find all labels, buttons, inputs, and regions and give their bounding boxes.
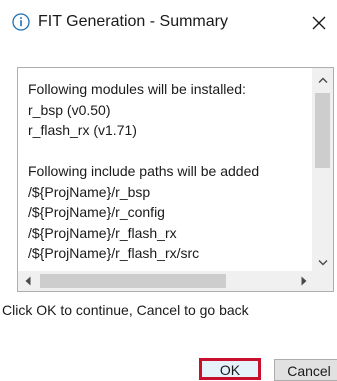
list-item: r_flash_rx (v1.71) (28, 122, 137, 138)
list-item: /${ProjName}/r_flash_rx/src (28, 245, 200, 261)
title-bar[interactable]: FIT Generation - Summary (0, 0, 337, 48)
list-item: /${ProjName}/r_bsp (28, 183, 151, 200)
ok-button[interactable]: OK (199, 358, 261, 380)
summary-content: Following modules will be installed: r_b… (28, 79, 313, 267)
list-item: /${ProjName}/r_config (28, 204, 165, 220)
close-icon (312, 16, 326, 30)
vertical-scrollbar[interactable] (312, 68, 333, 273)
vertical-scroll-thumb[interactable] (315, 93, 330, 168)
scroll-left-arrow-icon[interactable] (18, 271, 38, 291)
list-item: Following modules will be installed: (28, 81, 246, 97)
instruction-message: Click OK to continue, Cancel to go back (2, 302, 249, 318)
summary-listbox[interactable]: Following modules will be installed: r_b… (17, 67, 334, 292)
scroll-right-arrow-icon[interactable] (294, 271, 314, 291)
close-button[interactable] (302, 6, 336, 40)
horizontal-scrollbar[interactable] (18, 271, 314, 291)
dialog-title: FIT Generation - Summary (38, 13, 228, 30)
horizontal-scroll-thumb[interactable] (40, 274, 226, 288)
cancel-button[interactable]: Cancel (274, 359, 337, 381)
list-item: /${ProjName}/r_flash_rx (28, 224, 177, 241)
scroll-up-arrow-icon[interactable] (312, 70, 333, 90)
info-icon (12, 13, 30, 31)
list-item (28, 141, 313, 162)
scrollbar-corner (312, 271, 333, 291)
fit-summary-dialog: FIT Generation - Summary Following modul… (0, 0, 337, 381)
list-item: r_bsp (v0.50) (28, 101, 111, 118)
scroll-down-arrow-icon[interactable] (312, 253, 333, 273)
list-item: Following include paths will be added (28, 163, 260, 179)
